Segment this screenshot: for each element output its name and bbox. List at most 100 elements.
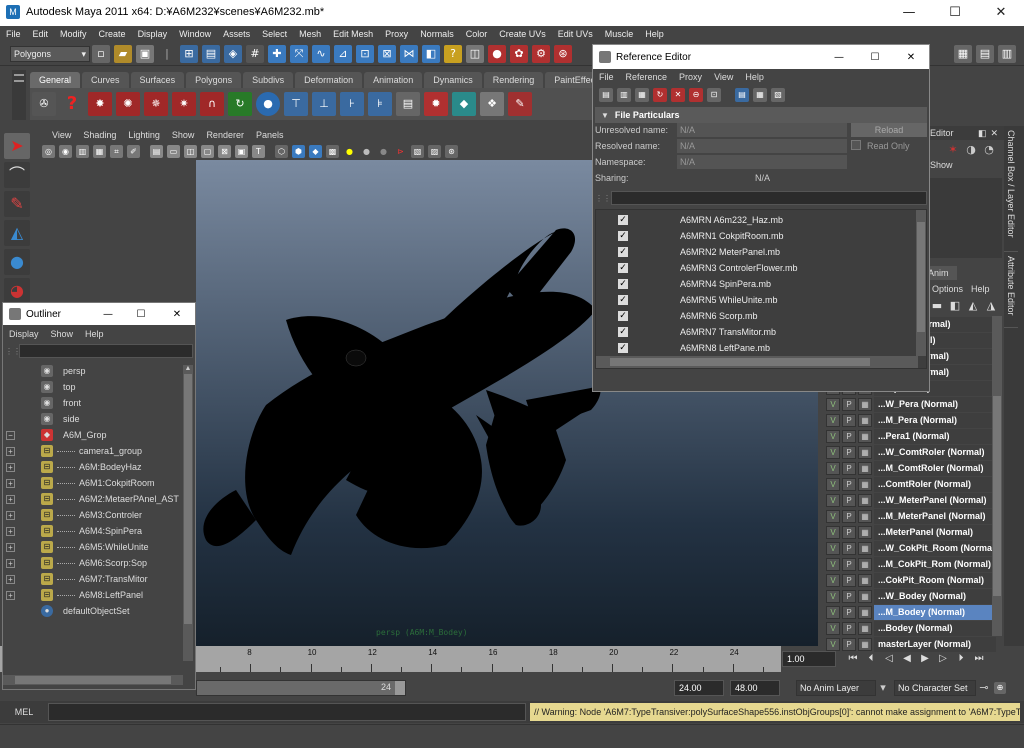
snap-view-icon[interactable]: ∿ <box>312 44 330 63</box>
reference-row[interactable]: ✓ A6MRN3 ControlerFlower.mb <box>596 260 926 276</box>
visibility-toggle-icon[interactable]: V <box>826 621 840 635</box>
layer-name[interactable]: ...W_Pera (Normal) <box>874 396 996 412</box>
hierarchy-icon[interactable]: ⊤ <box>284 92 308 116</box>
output-ops-icon[interactable]: ⋈ <box>400 44 418 63</box>
layer-row[interactable]: V P ▦ ...W_Pera (Normal) <box>826 396 996 412</box>
layer-name[interactable]: ...M_ComtRoler (Normal) <box>874 460 996 476</box>
layer-name[interactable]: ...M_CokPit_Rom (Normal) <box>874 556 996 572</box>
shelf-tab-surfaces[interactable]: Surfaces <box>130 72 185 88</box>
collapse-icon[interactable]: − <box>6 430 15 440</box>
hierarchy4-icon[interactable]: ⊧ <box>368 92 392 116</box>
outliner-filter-field[interactable] <box>19 344 193 358</box>
display-type-icon[interactable]: ▦ <box>858 621 872 635</box>
refeditor-menu-proxy[interactable]: Proxy <box>673 72 708 82</box>
hypershade-icon[interactable]: ⚙ <box>532 44 550 63</box>
layer-row[interactable]: V P ▦ ...W_MeterPanel (Normal) <box>826 492 996 508</box>
visibility-toggle-icon[interactable]: V <box>826 477 840 491</box>
expand-icon[interactable]: + <box>6 462 15 472</box>
import-reference-icon[interactable]: ▥ <box>617 88 631 102</box>
outliner-item[interactable]: ◉ persp <box>3 363 183 379</box>
outliner-vscrollbar[interactable]: ▲ <box>183 365 193 661</box>
step-forward-icon[interactable]: ▷ <box>934 650 952 668</box>
all-lights-icon[interactable]: ● <box>360 144 373 158</box>
outliner-menu-help[interactable]: Help <box>79 329 110 339</box>
play-forward-icon[interactable]: ▶ <box>916 650 934 668</box>
render-settings-icon[interactable]: ✿ <box>510 44 528 63</box>
xray-joints-icon[interactable]: ▨ <box>428 144 441 158</box>
create-reference-icon[interactable]: ▤ <box>599 88 613 102</box>
shelf-tab-curves[interactable]: Curves <box>82 72 129 88</box>
anim-start-field[interactable]: 24.00 <box>674 680 724 696</box>
sphere-icon[interactable]: ● <box>256 92 280 116</box>
snap-grid-icon[interactable]: # <box>246 44 264 63</box>
arrow-icon[interactable]: ↻ <box>228 92 252 116</box>
playback-toggle-icon[interactable]: P <box>842 493 856 507</box>
layer-name[interactable]: ...MeterPanel (Normal) <box>874 524 996 540</box>
reference-row[interactable]: ✓ A6MRN2 MeterPanel.mb <box>596 244 926 260</box>
shelf-options[interactable] <box>12 70 26 120</box>
save-scene-icon[interactable]: ▣ <box>136 44 154 63</box>
textured-icon[interactable]: ▩ <box>326 144 339 158</box>
playback-toggle-icon[interactable]: P <box>842 461 856 475</box>
menu-create-uvs[interactable]: Create UVs <box>493 26 552 42</box>
outliner-item[interactable]: + ⊟ A6M8:LeftPanel <box>3 587 183 603</box>
reference-loaded-checkbox[interactable]: ✓ <box>618 215 628 225</box>
outliner-item[interactable]: + ⊟ A6M3:Controler <box>3 507 183 523</box>
visibility-toggle-icon[interactable]: V <box>826 541 840 555</box>
wireframe-icon[interactable]: ⬡ <box>275 144 288 158</box>
layer-row[interactable]: V P ▦ ...CokPit_Room (Normal) <box>826 572 996 588</box>
visibility-toggle-icon[interactable]: V <box>826 525 840 539</box>
outliner-item[interactable]: + ⊟ A6M2:MetaerPAnel_AST <box>3 491 183 507</box>
channels-icon[interactable]: ✶ <box>946 143 960 157</box>
attribute-editor-toggle-icon[interactable]: ▤ <box>976 45 994 63</box>
range-bar[interactable]: 24 <box>196 680 406 696</box>
outliner-item[interactable]: ◉ top <box>3 379 183 395</box>
render-view-icon[interactable]: ⊛ <box>554 44 572 63</box>
layer-options-menu[interactable]: Options <box>928 284 967 294</box>
display-type-icon[interactable]: ▦ <box>858 525 872 539</box>
auto-key-icon[interactable]: ⊕ <box>994 682 1006 694</box>
menu-create[interactable]: Create <box>93 26 132 42</box>
reference-row[interactable]: ✓ A6MRN A6m232_Haz.mb <box>596 212 926 228</box>
menu-edit-uvs[interactable]: Edit UVs <box>552 26 599 42</box>
outliner-menu-show[interactable]: Show <box>45 329 80 339</box>
display-type-icon[interactable]: ▦ <box>858 461 872 475</box>
playback-toggle-icon[interactable]: P <box>842 589 856 603</box>
playback-toggle-icon[interactable]: P <box>842 477 856 491</box>
rotate-tool-icon[interactable]: ● <box>4 249 30 275</box>
reference-row[interactable]: ✓ A6MRN1 CokpitRoom.mb <box>596 228 926 244</box>
expand-icon[interactable]: + <box>6 590 15 600</box>
select-component-icon[interactable]: ◈ <box>224 44 242 63</box>
layer-row[interactable]: V P ▦ ...M_MeterPanel (Normal) <box>826 508 996 524</box>
cube-icon[interactable]: ◆ <box>452 92 476 116</box>
layer-row[interactable]: V P ▦ ...Bodey (Normal) <box>826 620 996 636</box>
menu-set-dropdown[interactable]: Polygons ▾ <box>10 45 90 62</box>
shelf-tab-polygons[interactable]: Polygons <box>186 72 242 88</box>
default-light-icon[interactable]: ● <box>343 144 356 158</box>
settings-icon[interactable]: ◔ <box>982 143 996 157</box>
new-layer-icon[interactable]: ▬ <box>930 299 944 313</box>
outliner-item[interactable]: + ⊟ A6M1:CokpitRoom <box>3 475 183 491</box>
playback-toggle-icon[interactable]: P <box>842 413 856 427</box>
playback-toggle-icon[interactable]: P <box>842 573 856 587</box>
paint-select-icon[interactable]: ✎ <box>4 191 30 217</box>
display-type-icon[interactable]: ▦ <box>858 445 872 459</box>
menu-normals[interactable]: Normals <box>414 26 460 42</box>
snap-live-icon[interactable]: ⊿ <box>334 44 352 63</box>
open-scene-icon[interactable]: ▰ <box>114 44 132 63</box>
grid-icon[interactable]: ▤ <box>150 144 163 158</box>
hierarchy3-icon[interactable]: ⊦ <box>340 92 364 116</box>
help-query-icon[interactable]: ? <box>444 44 462 63</box>
select-file-contents-icon[interactable]: ⊡ <box>707 88 721 102</box>
ref-vscrollbar[interactable] <box>916 210 926 356</box>
display-type-icon[interactable]: ▦ <box>858 541 872 555</box>
layer-scrollbar[interactable] <box>992 316 1002 636</box>
anim-end-field[interactable]: 48.00 <box>730 680 780 696</box>
visibility-toggle-icon[interactable]: V <box>826 493 840 507</box>
reference-row[interactable]: ✓ A6MRN4 SpinPera.mb <box>596 276 926 292</box>
safe-action-icon[interactable]: ▣ <box>235 144 248 158</box>
visibility-toggle-icon[interactable]: V <box>826 461 840 475</box>
brush-icon[interactable]: ✎ <box>508 92 532 116</box>
shelf-tab-rendering[interactable]: Rendering <box>483 72 544 88</box>
layer-row[interactable]: V P ▦ ...Pera1 (Normal) <box>826 428 996 444</box>
